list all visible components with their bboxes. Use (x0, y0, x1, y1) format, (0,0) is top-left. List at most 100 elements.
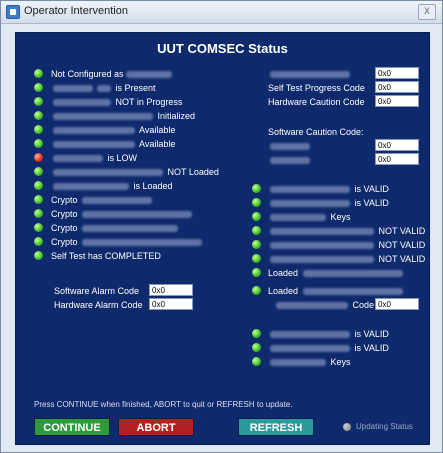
status-led (252, 254, 261, 263)
status-text: Available (139, 139, 176, 149)
title-bar: Operator Intervention X (1, 1, 442, 24)
status-led (34, 251, 43, 260)
status-text: is VALID (354, 329, 389, 339)
status-row: Initialized (51, 111, 195, 121)
code-label: Code (352, 300, 375, 310)
updating-status-label: Updating Status (356, 422, 413, 431)
status-led (34, 209, 43, 218)
software-caution-label: Software Caution Code: (268, 127, 364, 137)
status-text: Available (139, 125, 176, 135)
abort-button[interactable]: ABORT (118, 418, 194, 436)
status-row: Keys (268, 212, 351, 222)
status-led (34, 111, 43, 120)
continue-button[interactable]: CONTINUE (34, 418, 110, 436)
refresh-button[interactable]: REFRESH (238, 418, 314, 436)
status-led (34, 167, 43, 176)
status-row: is Present (51, 83, 156, 93)
status-led (34, 181, 43, 190)
status-text: NOT Loaded (167, 167, 219, 177)
hardware-alarm-label: Hardware Alarm Code (54, 300, 143, 310)
status-text: is Present (115, 83, 156, 93)
hardware-alarm-code-field[interactable]: 0x0 (149, 298, 193, 310)
app-icon (6, 5, 20, 19)
status-text: Crypto (51, 209, 78, 219)
status-led (34, 237, 43, 246)
hardware-caution-label: Hardware Caution Code (268, 97, 365, 107)
window-title: Operator Intervention (24, 5, 128, 17)
updating-status-indicator-icon (343, 423, 351, 431)
processor-state-code-row: Code (274, 300, 374, 310)
status-led (252, 329, 261, 338)
status-row: Crypto (51, 209, 194, 219)
status-text: NOT VALID (378, 240, 426, 250)
comsec-status-panel: UUT COMSEC Status Not Configured as is P… (15, 32, 430, 445)
status-led (34, 139, 43, 148)
status-row: Not Configured as (51, 69, 174, 79)
status-row: is LOW (51, 153, 137, 163)
status-row: NOT in Progress (51, 97, 182, 107)
close-button[interactable]: X (418, 4, 436, 20)
status-row: is VALID (268, 198, 389, 208)
status-row: NOT Loaded (51, 167, 219, 177)
status-led (34, 69, 43, 78)
hardware-caution-code-field[interactable]: 0x0 (375, 95, 419, 107)
status-row: is VALID (268, 329, 389, 339)
status-row: Self Test has COMPLETED (51, 251, 161, 261)
status-led (252, 343, 261, 352)
status-row: is VALID (268, 184, 389, 194)
status-row: NOT VALID (268, 226, 425, 236)
status-led (252, 268, 261, 277)
status-row: Keys (268, 357, 351, 367)
software-alarm-label: Software Alarm Code (54, 286, 140, 296)
status-text: is VALID (354, 343, 389, 353)
status-text: is VALID (354, 184, 389, 194)
software-caution-lower-field[interactable]: 0x0 (375, 139, 419, 151)
status-row: NOT VALID (268, 254, 425, 264)
upper-half-label (268, 155, 312, 165)
status-led (252, 286, 261, 295)
code-row (268, 69, 352, 79)
status-text: NOT VALID (378, 226, 426, 236)
instructions-text: Press CONTINUE when finished, ABORT to q… (34, 400, 293, 409)
status-led-red (34, 153, 43, 162)
status-row: Loaded (268, 286, 405, 296)
status-text: Crypto (51, 223, 78, 233)
status-text: Keys (330, 357, 351, 367)
status-row: NOT VALID (268, 240, 425, 250)
status-text: is Loaded (133, 181, 173, 191)
status-text: is LOW (107, 153, 138, 163)
processor-state-code-field[interactable]: 0x0 (375, 298, 419, 310)
status-text: Initialized (157, 111, 196, 121)
status-text: Crypto (51, 237, 78, 247)
self-test-progress-label: Self Test Progress Code (268, 83, 365, 93)
status-led (34, 223, 43, 232)
status-led (34, 195, 43, 204)
status-row: is Loaded (51, 181, 173, 191)
status-led (252, 226, 261, 235)
status-led (34, 97, 43, 106)
status-row: is VALID (268, 343, 389, 353)
status-text: Not Configured as (51, 69, 124, 79)
software-caution-upper-field[interactable]: 0x0 (375, 153, 419, 165)
status-text: NOT in Progress (115, 97, 183, 107)
status-row: Available (51, 139, 175, 149)
status-row: Available (51, 125, 175, 135)
self-test-progress-code-field[interactable]: 0x0 (375, 81, 419, 93)
status-text: Keys (330, 212, 351, 222)
status-led (252, 198, 261, 207)
status-text: Crypto (51, 195, 78, 205)
status-row: Crypto (51, 223, 180, 233)
status-led (34, 125, 43, 134)
code-field[interactable]: 0x0 (375, 67, 419, 79)
status-led (34, 83, 43, 92)
status-led (252, 240, 261, 249)
status-led (252, 212, 261, 221)
panel-title: UUT COMSEC Status (157, 41, 288, 56)
status-led (252, 184, 261, 193)
status-text: Loaded (268, 286, 299, 296)
status-text: is VALID (354, 198, 389, 208)
software-alarm-code-field[interactable]: 0x0 (149, 284, 193, 296)
lower-half-label (268, 141, 312, 151)
operator-intervention-window: Operator Intervention X UUT COMSEC Statu… (0, 0, 443, 453)
status-text: Loaded (268, 268, 299, 278)
